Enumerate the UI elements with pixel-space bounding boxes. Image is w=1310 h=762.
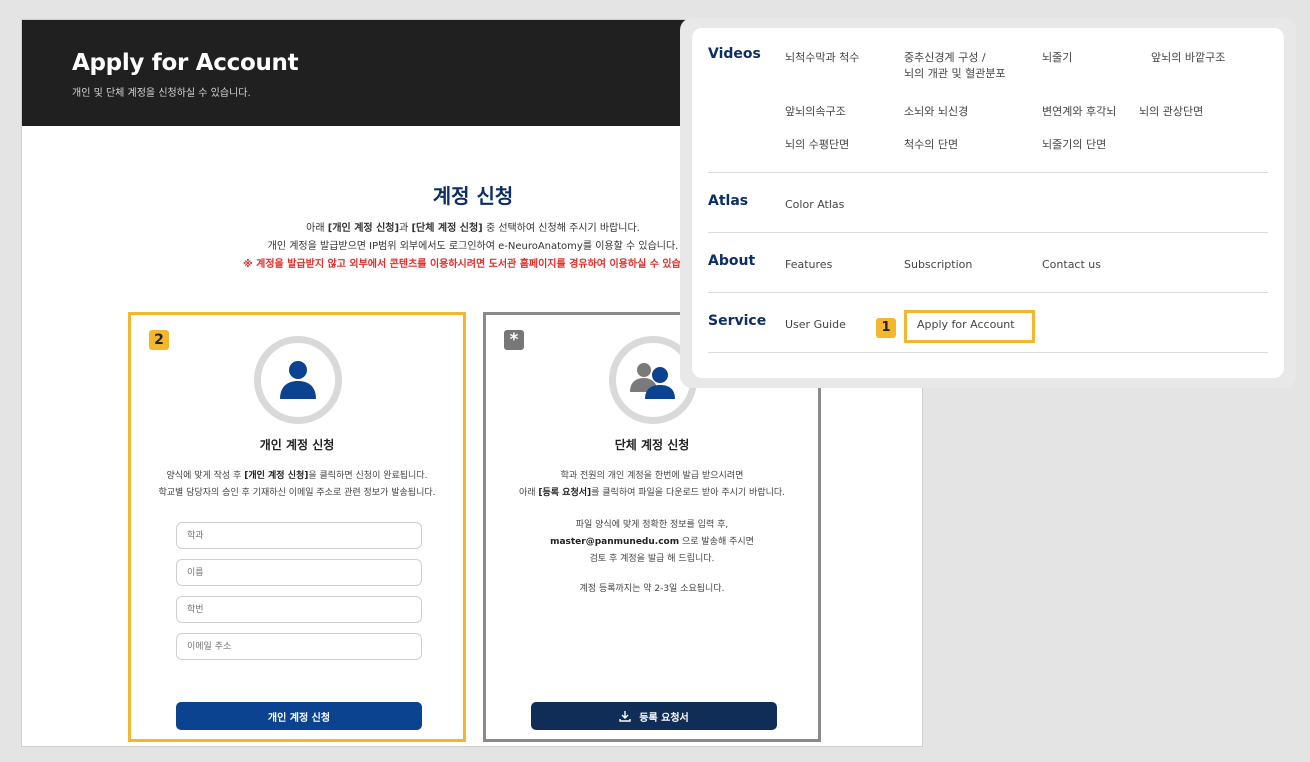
email-input[interactable] bbox=[176, 633, 422, 660]
personal-avatar-circle bbox=[254, 336, 342, 424]
name-input[interactable] bbox=[176, 559, 422, 586]
group-desc-4: master@panmunedu.com 으로 발송해 주시면 bbox=[550, 537, 754, 547]
personal-apply-button[interactable]: 개인 계정 신청 bbox=[176, 702, 422, 730]
personal-card-title: 개인 계정 신청 bbox=[259, 438, 335, 452]
menu-link[interactable]: 소뇌와 뇌신경 bbox=[904, 104, 968, 120]
menu-link[interactable]: Subscription bbox=[904, 257, 972, 273]
group-users-icon bbox=[630, 363, 675, 399]
menu-link[interactable]: 변연계와 후각뇌 bbox=[1042, 104, 1116, 120]
student-id-input[interactable] bbox=[176, 596, 422, 623]
menu-link[interactable]: 뇌척수막과 척수 bbox=[785, 50, 859, 66]
dropdown-menu: Videos 뇌척수막과 척수 중추신경계 구성 / 뇌의 개관 및 혈관분포 뇌… bbox=[680, 18, 1296, 388]
menu-link[interactable]: User Guide bbox=[785, 317, 846, 333]
menu-link[interactable]: 척수의 단면 bbox=[904, 137, 958, 153]
personal-desc-2: 학교별 담당자의 승인 후 기재하신 이메일 주소로 관련 정보가 발송됩니다. bbox=[158, 488, 436, 498]
menu-link[interactable]: Contact us bbox=[1042, 257, 1101, 273]
download-request-form-button[interactable]: 등록 요청서 bbox=[531, 702, 777, 730]
personal-account-card: 2 개인 계정 신청 양식에 맞게 작성 후 [개인 계정 신청]을 클릭하면 … bbox=[128, 312, 466, 742]
menu-row-videos: Videos 뇌척수막과 척수 중추신경계 구성 / 뇌의 개관 및 혈관분포 뇌… bbox=[708, 40, 1268, 173]
menu-link[interactable]: 뇌의 수평단면 bbox=[785, 137, 849, 153]
download-icon bbox=[619, 711, 631, 722]
hero-title: Apply for Account bbox=[72, 50, 299, 76]
group-desc-1: 학과 전원의 개인 계정을 한번에 발급 받으시려면 bbox=[560, 471, 744, 481]
menu-row-about: About Features Subscription Contact us bbox=[708, 233, 1268, 293]
apply-for-account-link[interactable]: Apply for Account bbox=[917, 317, 1015, 333]
step-badge-2: 2 bbox=[149, 330, 169, 350]
menu-link[interactable]: 앞뇌의속구조 bbox=[785, 104, 846, 120]
menu-link[interactable]: 뇌의 관상단면 bbox=[1139, 104, 1203, 120]
hero-subtitle: 개인 및 단체 계정을 신청하실 수 있습니다. bbox=[72, 88, 251, 99]
menu-link[interactable]: Color Atlas bbox=[785, 197, 844, 213]
menu-category-about[interactable]: About bbox=[708, 253, 755, 269]
menu-category-atlas[interactable]: Atlas bbox=[708, 193, 748, 209]
user-icon bbox=[280, 361, 316, 399]
menu-link[interactable]: 중추신경계 구성 / 뇌의 개관 및 혈관분포 bbox=[904, 50, 1006, 82]
menu-link[interactable]: Features bbox=[785, 257, 832, 273]
department-input[interactable] bbox=[176, 522, 422, 549]
group-desc-2: 아래 [등록 요청서]를 클릭하여 파일을 다운로드 받아 주시기 바랍니다. bbox=[518, 488, 786, 498]
asterisk-badge: * bbox=[504, 330, 524, 350]
menu-category-videos[interactable]: Videos bbox=[708, 46, 761, 62]
group-desc-3: 파일 양식에 맞게 정확한 정보를 입력 후, bbox=[575, 520, 729, 530]
group-desc-6: 계정 등록까지는 약 2-3일 소요됩니다. bbox=[579, 584, 725, 594]
menu-row-atlas: Atlas Color Atlas bbox=[708, 173, 1268, 233]
menu-link[interactable]: 뇌줄기의 단면 bbox=[1042, 137, 1106, 153]
step-badge-1: 1 bbox=[876, 318, 896, 338]
download-button-label: 등록 요청서 bbox=[639, 712, 689, 724]
menu-link[interactable]: 뇌줄기 bbox=[1042, 50, 1072, 66]
menu-category-service[interactable]: Service bbox=[708, 313, 766, 329]
personal-desc-1: 양식에 맞게 작성 후 [개인 계정 신청]을 클릭하면 신청이 완료됩니다. bbox=[166, 471, 428, 481]
menu-panel: Videos 뇌척수막과 척수 중추신경계 구성 / 뇌의 개관 및 혈관분포 뇌… bbox=[692, 28, 1284, 378]
group-card-title: 단체 계정 신청 bbox=[614, 438, 690, 452]
menu-link[interactable]: 앞뇌의 바깥구조 bbox=[1151, 50, 1225, 66]
group-desc-5: 검토 후 계정을 발급 해 드립니다. bbox=[589, 554, 715, 564]
menu-row-service: Service User Guide 1 Apply for Account bbox=[708, 293, 1268, 353]
